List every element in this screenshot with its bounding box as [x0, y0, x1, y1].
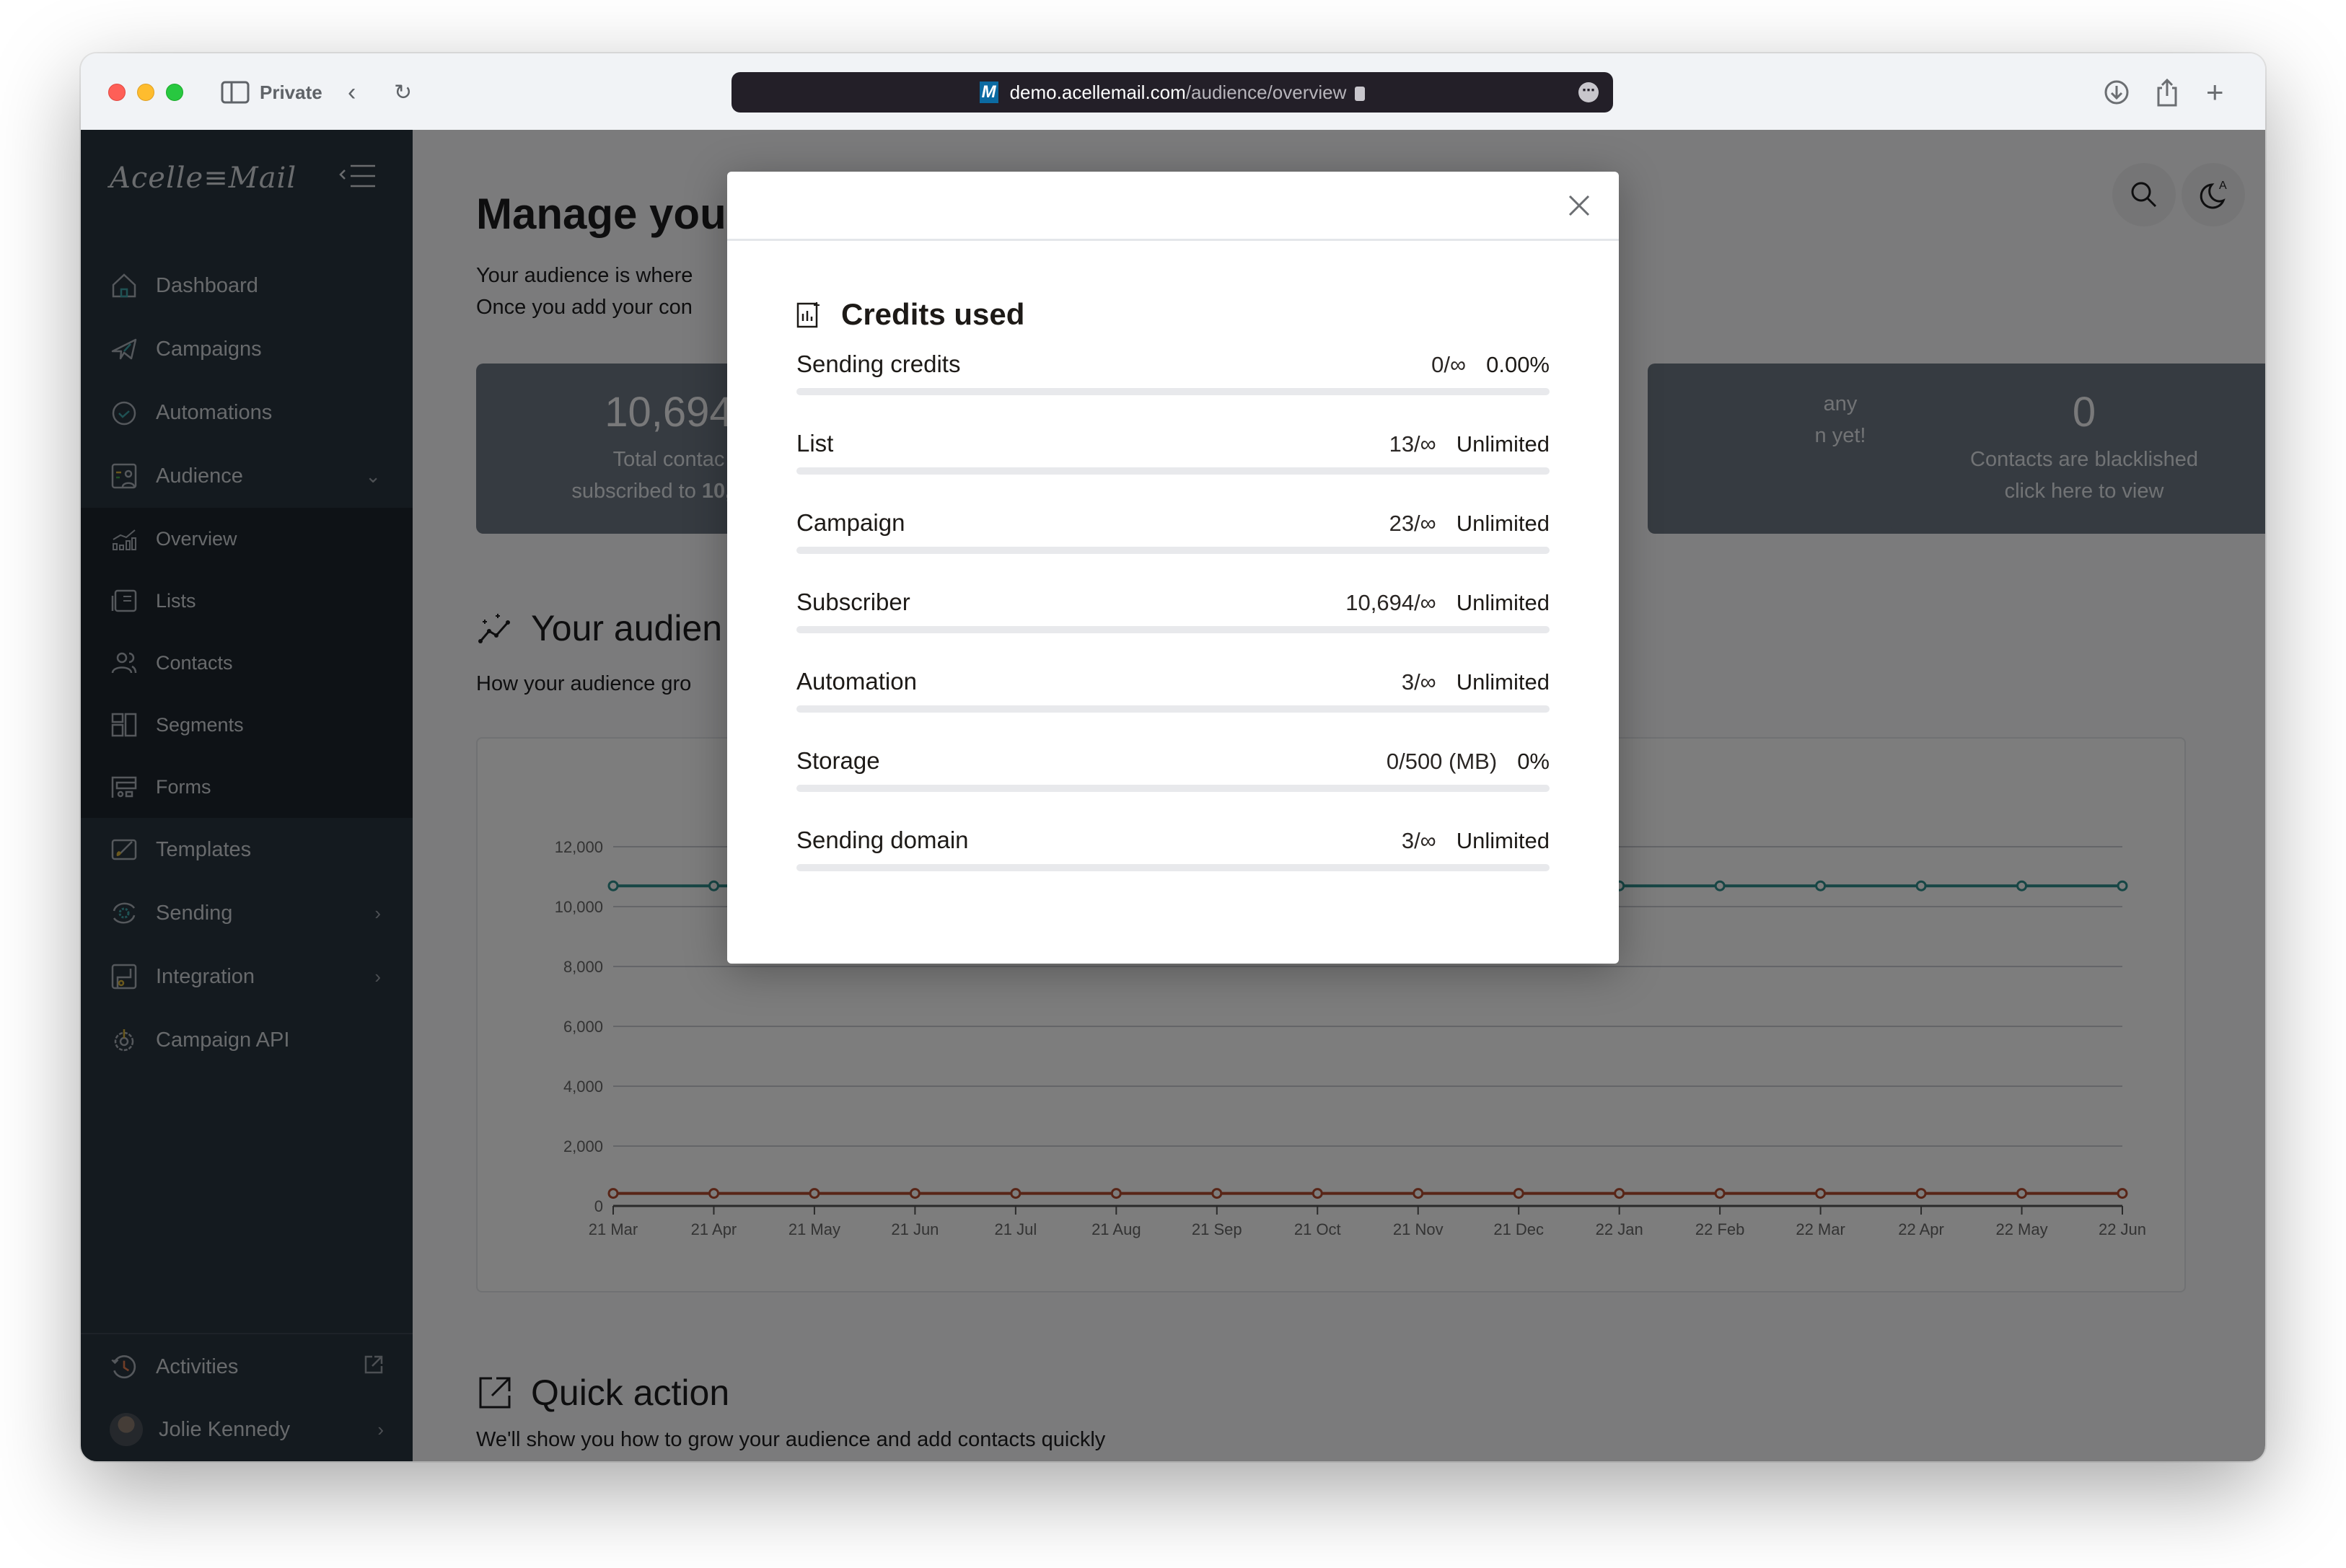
- credit-progress-bar: [796, 785, 1550, 792]
- credit-value: 3/∞ Unlimited: [1402, 828, 1550, 854]
- share-icon[interactable]: [2156, 75, 2179, 110]
- back-icon[interactable]: ‹: [348, 75, 356, 110]
- credit-rows: Sending credits 0/∞ 0.00% List 13/∞ Unlimited…: [796, 351, 1550, 906]
- credit-progress-bar: [796, 626, 1550, 633]
- credit-value: 0/500 (MB) 0%: [1387, 749, 1550, 775]
- credit-progress-bar: [796, 864, 1550, 871]
- close-icon[interactable]: [1561, 188, 1597, 224]
- minimize-window-button[interactable]: [137, 84, 154, 101]
- chart-report-icon: [796, 302, 820, 328]
- credit-value: 10,694/∞ Unlimited: [1345, 590, 1550, 616]
- credit-row: Subscriber 10,694/∞ Unlimited: [796, 589, 1550, 668]
- credit-usage: 3/∞: [1401, 669, 1436, 695]
- credit-value: 0/∞ 0.00%: [1431, 352, 1550, 378]
- credit-row: List 13/∞ Unlimited: [796, 430, 1550, 509]
- credit-percent: 0%: [1517, 749, 1550, 774]
- url-domain: demo.acellemail.com: [1009, 81, 1186, 103]
- browser-window: Private ‹ ↻ M demo.acellemail.com /audie…: [81, 53, 2265, 1461]
- maximize-window-button[interactable]: [166, 84, 183, 101]
- close-window-button[interactable]: [108, 84, 126, 101]
- url-path: /audience/overview: [1185, 81, 1347, 103]
- credit-value: 23/∞ Unlimited: [1389, 511, 1550, 537]
- credit-label: Subscriber: [796, 589, 910, 615]
- credit-row: Campaign 23/∞ Unlimited: [796, 509, 1550, 589]
- credit-progress-bar: [796, 705, 1550, 713]
- credit-label: Sending domain: [796, 827, 969, 853]
- credit-percent: Unlimited: [1456, 431, 1550, 457]
- credit-row: Sending domain 3/∞ Unlimited: [796, 827, 1550, 906]
- credit-percent: 0.00%: [1486, 352, 1550, 377]
- credit-row: Automation 3/∞ Unlimited: [796, 668, 1550, 747]
- credits-title: Credits used: [796, 293, 1550, 336]
- credit-usage: 23/∞: [1389, 511, 1436, 536]
- credit-percent: Unlimited: [1456, 669, 1550, 695]
- credit-value: 3/∞ Unlimited: [1402, 669, 1550, 695]
- sidebar-toggle-icon[interactable]: [221, 75, 250, 110]
- browser-toolbar: Private ‹ ↻ M demo.acellemail.com /audie…: [81, 53, 2265, 130]
- more-options-icon[interactable]: ⋯: [1578, 82, 1599, 102]
- credit-percent: Unlimited: [1456, 590, 1550, 615]
- credit-row: Sending credits 0/∞ 0.00%: [796, 351, 1550, 430]
- credit-percent: Unlimited: [1456, 828, 1550, 853]
- credit-progress-bar: [796, 547, 1550, 554]
- credit-value: 13/∞ Unlimited: [1389, 431, 1550, 457]
- credit-usage: 0/500 (MB): [1386, 749, 1498, 774]
- credit-usage: 0/∞: [1431, 352, 1467, 377]
- private-label: Private: [260, 81, 322, 103]
- download-icon[interactable]: [2104, 75, 2130, 110]
- credit-label: Campaign: [796, 509, 905, 536]
- credits-modal: Credits used Sending credits 0/∞ 0.00% List…: [727, 172, 1619, 964]
- credit-progress-bar: [796, 467, 1550, 475]
- credit-usage: 3/∞: [1401, 828, 1436, 853]
- credit-usage: 13/∞: [1389, 431, 1436, 457]
- app: Acelle≡Mail Dashboard Campaigns Automati…: [81, 130, 2265, 1461]
- new-tab-icon[interactable]: +: [2206, 75, 2224, 110]
- credit-progress-bar: [796, 388, 1550, 395]
- lock-icon: [1355, 87, 1366, 101]
- reload-icon[interactable]: ↻: [394, 75, 412, 110]
- credit-label: Sending credits: [796, 351, 961, 377]
- credit-usage: 10,694/∞: [1345, 590, 1436, 615]
- site-favicon: M: [979, 82, 998, 103]
- modal-body: Credits used Sending credits 0/∞ 0.00% List…: [727, 241, 1619, 906]
- address-bar[interactable]: M demo.acellemail.com /audience/overview…: [732, 72, 1613, 113]
- credit-percent: Unlimited: [1456, 511, 1550, 536]
- credit-label: List: [796, 430, 834, 457]
- credit-label: Storage: [796, 747, 880, 774]
- credit-label: Automation: [796, 668, 917, 695]
- modal-header: [727, 172, 1619, 241]
- credit-row: Storage 0/500 (MB) 0%: [796, 747, 1550, 827]
